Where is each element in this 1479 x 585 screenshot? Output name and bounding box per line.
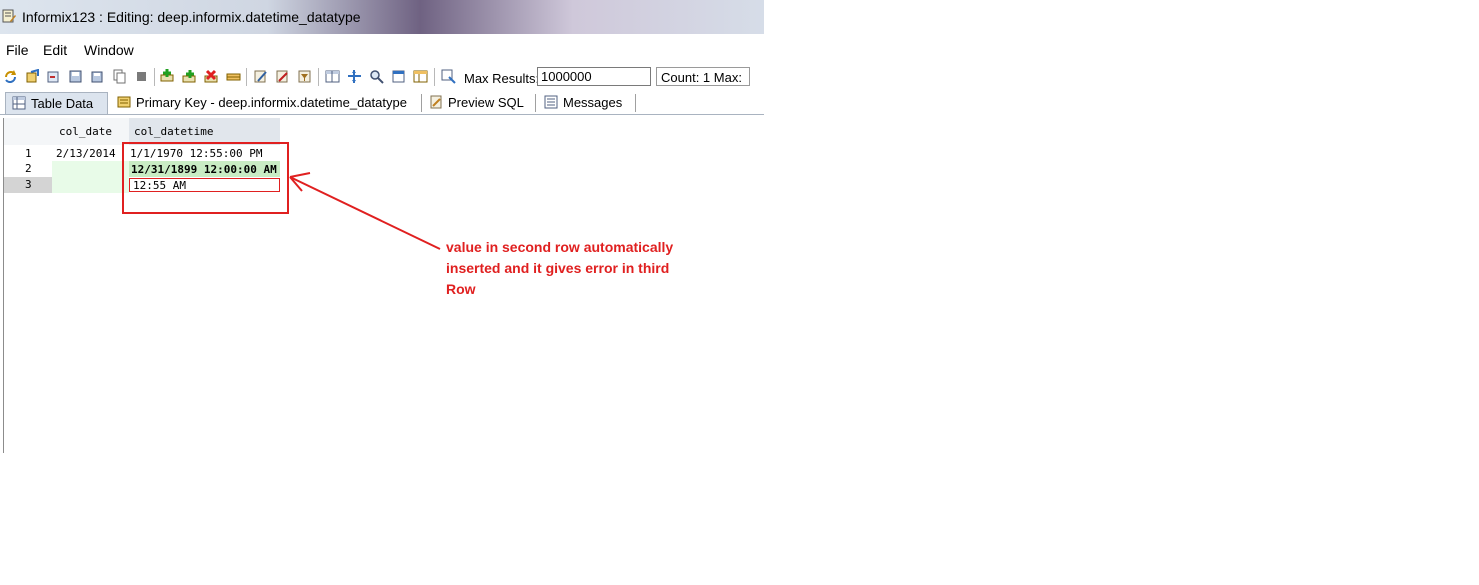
insert-row-icon[interactable] (160, 69, 175, 84)
stop-icon[interactable] (134, 69, 149, 84)
row-count-display: Count: 1 Max: (656, 67, 750, 86)
grid-view-icon[interactable] (325, 69, 340, 84)
commit-icon[interactable] (25, 69, 40, 84)
table-cell[interactable] (52, 177, 129, 193)
export-icon[interactable] (441, 69, 456, 84)
tab-separator (421, 94, 422, 112)
tab-separator (535, 94, 536, 112)
toolbar: Max Results: Count: 1 Max: (0, 64, 764, 90)
menu-edit[interactable]: Edit (43, 42, 67, 58)
duplicate-row-icon[interactable] (182, 69, 197, 84)
delete-row-icon[interactable] (204, 69, 219, 84)
sql-icon (430, 95, 442, 109)
tab-label: Table Data (31, 96, 94, 111)
column-header-col-datetime[interactable]: col_datetime (129, 118, 280, 145)
max-results-input[interactable] (537, 67, 651, 86)
table-icon (12, 96, 26, 110)
toolbar-separator (318, 68, 319, 86)
layout-icon[interactable] (413, 69, 428, 84)
toolbar-separator (154, 68, 155, 86)
filter-icon[interactable] (297, 69, 312, 84)
tab-primary-key[interactable]: Primary Key - deep.informix.datetime_dat… (117, 92, 417, 113)
tab-label: Preview SQL (448, 95, 524, 110)
annotation-text: value in second row automatically insert… (446, 239, 674, 297)
refresh-icon[interactable] (3, 69, 18, 84)
window-title: Informix123 : Editing: deep.informix.dat… (22, 9, 361, 25)
tab-preview-sql[interactable]: Preview SQL (429, 92, 529, 113)
annotation-arrow-icon (289, 172, 441, 250)
key-icon (117, 96, 131, 108)
edit-sql-icon[interactable] (275, 69, 290, 84)
column-header-label: col_date (59, 125, 112, 138)
editor-tabs: Table Data Primary Key - deep.informix.d… (0, 92, 764, 115)
window-icon[interactable] (391, 69, 406, 84)
tab-label: Messages (563, 95, 623, 110)
toolbar-separator (246, 68, 247, 86)
edit-row-icon[interactable] (226, 69, 241, 84)
table-cell[interactable] (52, 161, 129, 177)
save-as-icon[interactable] (90, 69, 105, 84)
column-header-col-date[interactable]: col_date (52, 118, 129, 145)
table-cell[interactable]: 2/13/2014 (56, 147, 128, 161)
toolbar-separator (434, 68, 435, 86)
navigate-icon[interactable] (347, 69, 362, 84)
copy-icon[interactable] (112, 69, 127, 84)
sql-editor-icon[interactable] (253, 69, 268, 84)
column-header-label: col_datetime (134, 125, 214, 138)
messages-icon (544, 95, 558, 109)
tab-messages[interactable]: Messages (544, 92, 634, 113)
menu-file[interactable]: File (6, 42, 29, 58)
menu-bar: File Edit Window (0, 38, 764, 62)
row-header-corner (4, 118, 52, 145)
menu-window[interactable]: Window (84, 42, 134, 58)
annotation-highlight-box (122, 142, 289, 214)
search-icon[interactable] (369, 69, 384, 84)
database-editor-icon (2, 9, 16, 23)
rollback-icon[interactable] (46, 69, 61, 84)
row-number[interactable]: 1 (4, 146, 52, 161)
tab-table-data[interactable]: Table Data (5, 92, 108, 114)
title-bar: Informix123 : Editing: deep.informix.dat… (0, 0, 764, 34)
max-results-label: Max Results: (464, 71, 540, 86)
save-icon[interactable] (68, 69, 83, 84)
row-number-selected[interactable]: 3 (4, 177, 52, 193)
row-number[interactable]: 2 (4, 161, 52, 177)
tab-label: Primary Key - deep.informix.datetime_dat… (136, 95, 407, 110)
tab-separator (635, 94, 636, 112)
